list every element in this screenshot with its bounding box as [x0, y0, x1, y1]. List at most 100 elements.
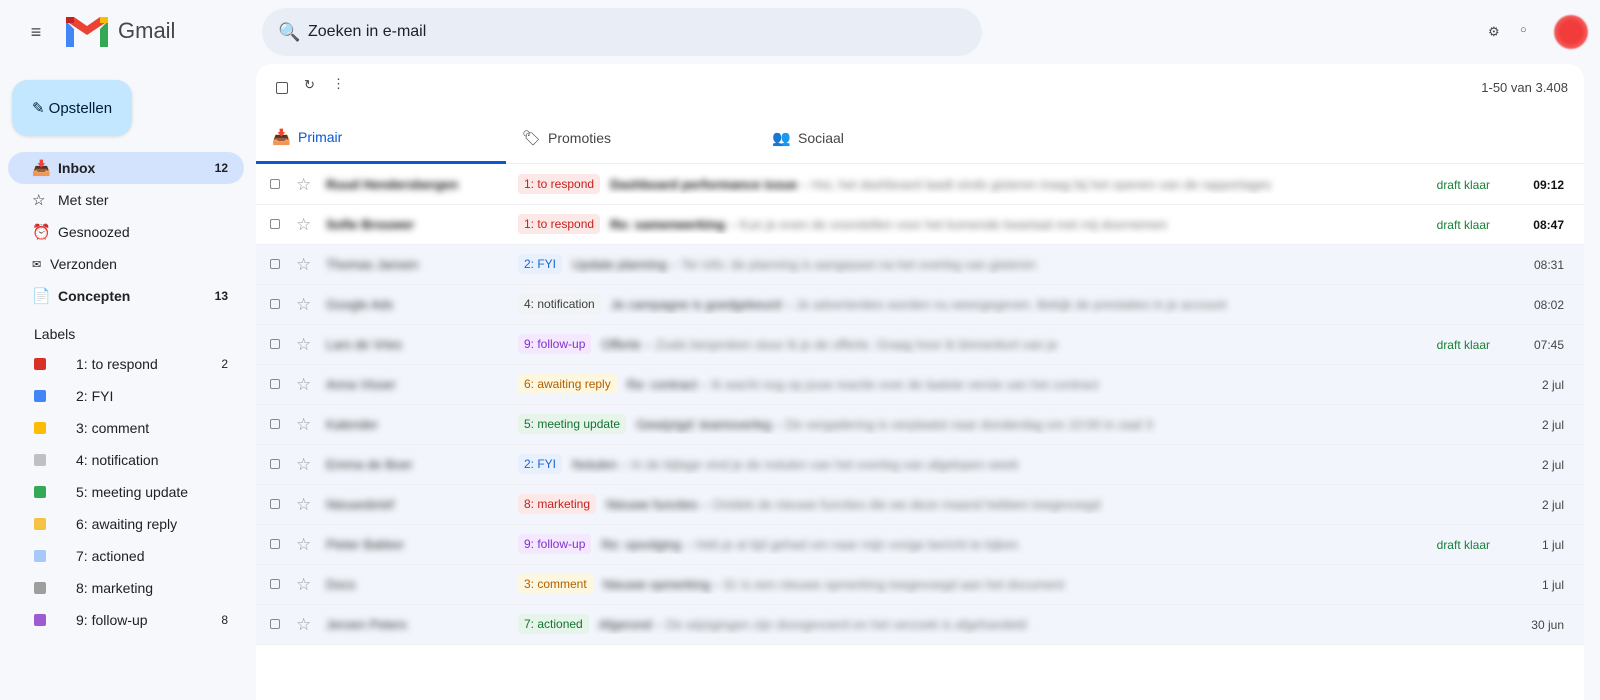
compose-button[interactable]: ✎ Opstellen [12, 80, 132, 136]
row-checkbox[interactable] [270, 179, 280, 189]
label-name: 4: notification [76, 452, 159, 468]
star-icon[interactable]: ☆ [296, 335, 311, 355]
email-row[interactable]: ☆ Nieuwsbrief 8: marketing Nieuwe functies … [256, 485, 1584, 525]
label-color-swatch [34, 454, 46, 466]
row-checkbox[interactable] [270, 299, 280, 309]
star-icon[interactable]: ☆ [296, 175, 311, 195]
sidebar-item-label: Inbox [58, 160, 96, 176]
row-checkbox[interactable] [270, 619, 280, 629]
label-chip[interactable]: 7: actioned [518, 614, 589, 634]
settings-gear-icon[interactable]: ⚙ [1488, 24, 1500, 40]
label-chip[interactable]: 6: awaiting reply [518, 374, 617, 394]
sender-name: Lars de Vries [326, 337, 403, 352]
email-row[interactable]: ☆ Ruud Hendersbergen 1: to respond Dashboar… [256, 165, 1584, 205]
draft-status: draft klaar [1436, 218, 1490, 232]
preview-snippet: Ik wacht nog op jouw reactie over de laa… [711, 376, 1099, 392]
label-chip[interactable]: 9: follow-up [518, 534, 592, 554]
people-icon: 👥 [772, 130, 791, 147]
top-bar: ≡ Gmail 🔍 ⚙ ○ [0, 0, 1600, 64]
more-options-icon[interactable]: ⋮ [332, 76, 345, 92]
star-icon[interactable]: ☆ [296, 415, 311, 435]
sidebar-label-item[interactable]: 8: marketing [8, 572, 244, 604]
row-checkbox[interactable] [270, 539, 280, 549]
row-checkbox[interactable] [270, 339, 280, 349]
pagination-range[interactable]: 1-50 van 3.408 [1481, 80, 1568, 95]
email-row[interactable]: ☆ Thomas Jansen 2: FYI Update planning – Te… [256, 245, 1584, 285]
email-row[interactable]: ☆ Sofie Brouwer 1: to respond Re: samenwerk… [256, 205, 1584, 245]
subject: Dashboard performance issue [610, 176, 798, 192]
row-checkbox[interactable] [270, 379, 280, 389]
separator: – [680, 536, 696, 552]
sidebar-label-item[interactable]: 2: FYI [8, 380, 244, 412]
email-row[interactable]: ☆ Lars de Vries 9: follow-up Offerte – Zoal… [256, 325, 1584, 365]
email-row[interactable]: ☆ Pieter Bakker 9: follow-up Re: opvolging … [256, 525, 1584, 565]
sidebar-label-item[interactable]: 3: comment [8, 412, 244, 444]
star-icon[interactable]: ☆ [296, 495, 311, 515]
sidebar-item-label: Met ster [58, 192, 109, 208]
star-icon: ☆ [32, 192, 46, 209]
star-icon[interactable]: ☆ [296, 255, 311, 275]
sidebar-label-item[interactable]: 7: actioned [8, 540, 244, 572]
support-icon[interactable]: ○ [1520, 24, 1527, 36]
label-chip[interactable]: 2: FYI [518, 454, 563, 474]
email-row[interactable]: ☆ Anna Visser 6: awaiting reply Re: contrac… [256, 365, 1584, 405]
row-checkbox[interactable] [270, 499, 280, 509]
account-avatar[interactable] [1554, 15, 1588, 49]
sidebar-item-drafts[interactable]: 📄 Concepten 13 [8, 280, 244, 312]
envelope-icon: ✉ [32, 258, 42, 271]
label-chip[interactable]: 5: meeting update [518, 414, 627, 434]
search-icon[interactable]: 🔍 [278, 22, 300, 43]
label-chip[interactable]: 9: follow-up [518, 334, 592, 354]
row-checkbox[interactable] [270, 259, 280, 269]
sidebar-label-item[interactable]: 4: notification [8, 444, 244, 476]
select-all-checkbox[interactable] [276, 82, 288, 94]
search-bar[interactable]: 🔍 [262, 8, 982, 56]
tab-primary[interactable]: 📥 Primair [256, 112, 506, 164]
star-icon[interactable]: ☆ [296, 615, 311, 635]
label-chip[interactable]: 1: to respond [518, 174, 601, 194]
sidebar-label-item[interactable]: 1: to respond 2 [8, 348, 244, 380]
email-row[interactable]: ☆ Kalender 5: meeting update Gewijzigd: tea… [256, 405, 1584, 445]
sidebar-label-item[interactable]: 9: follow-up 8 [8, 604, 244, 636]
subject-preview: Afgerond – De wijzigingen zijn doorgevoe… [599, 617, 1027, 632]
sidebar-label-item[interactable]: 5: meeting update [8, 476, 244, 508]
label-chip[interactable]: 3: comment [518, 574, 593, 594]
star-icon[interactable]: ☆ [296, 455, 311, 475]
star-icon[interactable]: ☆ [296, 215, 311, 235]
main-menu-button[interactable]: ≡ [20, 18, 52, 46]
email-row[interactable]: ☆ Docs 3: comment Nieuwe opmerking – Er is … [256, 565, 1584, 605]
email-row[interactable]: ☆ Jeroen Peters 7: actioned Afgerond – De w… [256, 605, 1584, 645]
subject: Re: samenwerking [610, 216, 725, 232]
sidebar-item-starred[interactable]: ☆ Met ster [8, 184, 244, 216]
label-chip[interactable]: 2: FYI [518, 254, 563, 274]
row-checkbox[interactable] [270, 579, 280, 589]
star-icon[interactable]: ☆ [296, 575, 311, 595]
row-checkbox[interactable] [270, 459, 280, 469]
row-checkbox[interactable] [270, 219, 280, 229]
star-icon[interactable]: ☆ [296, 535, 311, 555]
label-chip[interactable]: 4: notification [518, 294, 601, 314]
label-chip[interactable]: 1: to respond [518, 214, 601, 234]
preview-snippet: Er is een nieuwe opmerking toegevoegd aa… [724, 576, 1065, 592]
email-row[interactable]: ☆ Google Ads 4: notification Je campagne is… [256, 285, 1584, 325]
label-name: 9: follow-up [76, 612, 148, 628]
label-chip[interactable]: 8: marketing [518, 494, 597, 514]
received-time: 09:12 [1533, 178, 1564, 192]
star-icon[interactable]: ☆ [296, 375, 311, 395]
sidebar-label-item[interactable]: 6: awaiting reply [8, 508, 244, 540]
sidebar-item-sent[interactable]: ✉ Verzonden [8, 248, 244, 280]
sidebar-item-snoozed[interactable]: ⏰ Gesnoozed [8, 216, 244, 248]
label-count: 8 [221, 613, 228, 627]
search-input[interactable] [308, 23, 908, 41]
sender-name: Anna Visser [326, 377, 396, 392]
tab-social[interactable]: 👥 Sociaal [756, 112, 1006, 164]
row-checkbox[interactable] [270, 419, 280, 429]
tab-promotions[interactable]: 🏷 Promoties [506, 112, 756, 164]
sidebar-item-inbox[interactable]: 📥 Inbox 12 [8, 152, 244, 184]
subject-preview: Re: samenwerking – Kun je even de voorst… [610, 217, 1167, 232]
star-icon[interactable]: ☆ [296, 295, 311, 315]
refresh-icon[interactable]: ↻ [304, 77, 315, 93]
preview-snippet: Ontdek de nieuwe functies die we deze ma… [712, 496, 1101, 512]
sender-name: Pieter Bakker [326, 537, 405, 552]
email-row[interactable]: ☆ Emma de Boer 2: FYI Notulen – In de bijla… [256, 445, 1584, 485]
